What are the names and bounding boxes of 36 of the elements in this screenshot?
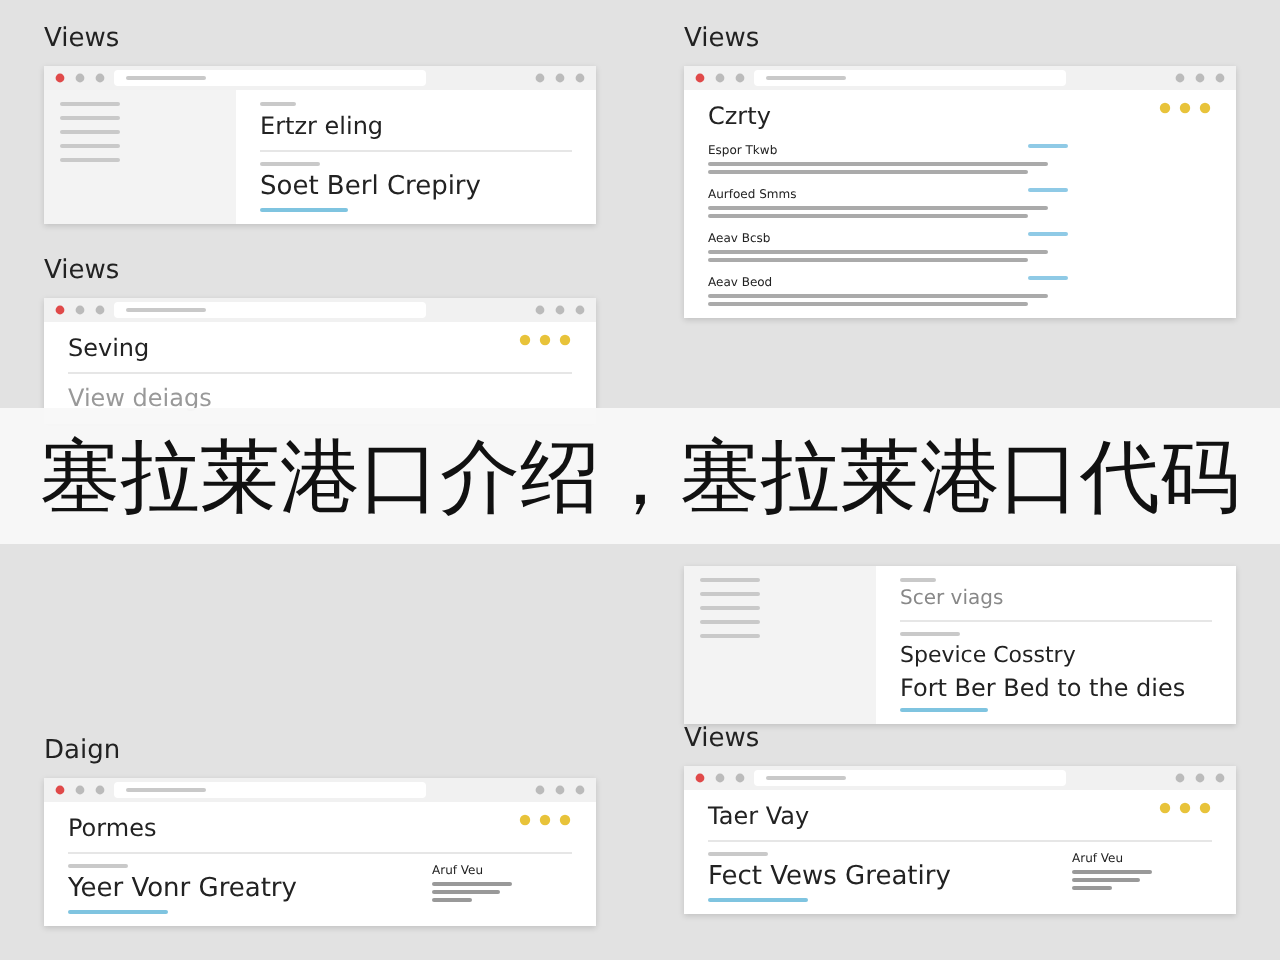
close-icon[interactable] [694, 72, 706, 84]
section-heading: Views [44, 24, 122, 54]
address-field[interactable] [754, 70, 1066, 86]
link-text[interactable] [260, 208, 348, 212]
headline: Fort Ber Bed to the dies [900, 674, 1188, 702]
headline: Soet Berl Crepiry [260, 172, 483, 202]
page-title: Pormes [68, 814, 157, 842]
link-text[interactable] [68, 910, 168, 914]
close-icon[interactable] [694, 772, 706, 784]
link-text[interactable] [900, 708, 988, 712]
section-heading: Views [684, 24, 762, 54]
address-field[interactable] [114, 782, 426, 798]
close-icon[interactable] [54, 784, 66, 796]
address-field[interactable] [114, 70, 426, 86]
link-text[interactable] [708, 898, 808, 902]
close-icon[interactable] [54, 304, 66, 316]
address-field[interactable] [114, 302, 426, 318]
section-heading: Views [44, 256, 122, 286]
section-title: Ertzr eling [260, 112, 386, 140]
section-heading: Daign [44, 736, 123, 766]
address-field[interactable] [754, 770, 1066, 786]
page-title: Czrty [708, 102, 771, 130]
section-title: Scer viags [900, 588, 1006, 610]
link-text[interactable] [1028, 276, 1068, 280]
headline: Yeer Vonr Greatry [68, 874, 297, 904]
page-title: Taer Vay [708, 802, 810, 830]
headline: View deiags [68, 384, 214, 412]
close-icon[interactable] [54, 72, 66, 84]
page-title: Seving [68, 334, 150, 362]
link-text[interactable] [1028, 232, 1068, 236]
headline: Fect Vews Greatiry [708, 862, 951, 892]
link-text[interactable] [1028, 144, 1068, 148]
link-text[interactable] [1028, 188, 1068, 192]
caption-banner: 塞拉莱港口介绍，塞拉莱港口代码 [0, 408, 1280, 544]
section-heading: Views [684, 724, 762, 754]
headline: Spevice Cosstry [900, 642, 1078, 668]
